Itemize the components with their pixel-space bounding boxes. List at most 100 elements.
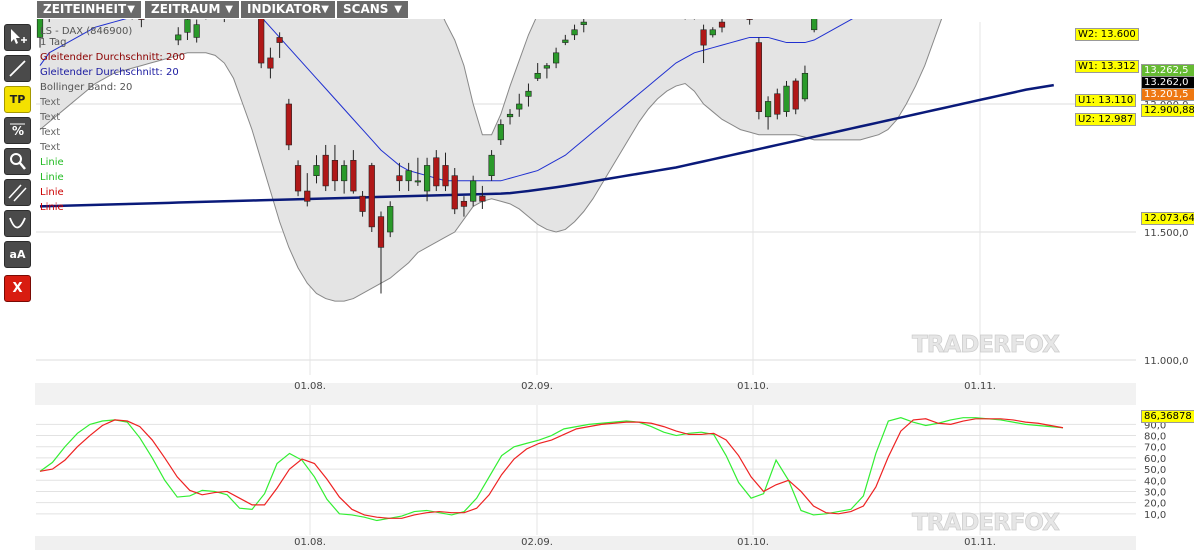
legend-item[interactable]: Text — [40, 140, 185, 155]
menu-scans[interactable]: SCANS ▼ — [337, 1, 408, 18]
candle — [525, 90, 532, 97]
legend-item[interactable]: Text — [40, 95, 185, 110]
percent-tool-button[interactable]: % — [4, 117, 31, 144]
menu-indikator[interactable]: INDIKATOR ▼ — [241, 1, 335, 18]
candle — [414, 180, 421, 183]
candle — [700, 29, 707, 46]
channel-tool-button[interactable] — [4, 179, 31, 206]
chevron-down-icon: ▼ — [225, 4, 233, 15]
legend-item[interactable]: Gleitender Durchschnitt: 20 — [40, 65, 185, 80]
candle — [516, 103, 523, 110]
tp-label: TP — [9, 93, 26, 106]
candle — [285, 103, 292, 146]
tp-tool[interactable]: TP — [4, 86, 31, 113]
candle — [497, 124, 504, 141]
candle — [553, 52, 560, 64]
candle — [258, 19, 265, 64]
chevron-down-icon: ▼ — [321, 4, 329, 15]
candle — [470, 180, 477, 202]
candle — [488, 154, 495, 176]
candle — [331, 160, 339, 182]
watermark-logo: TRADERFOX — [912, 332, 1060, 358]
menu-label: SCANS — [343, 2, 389, 16]
date-axis-tick: 02.09. — [521, 537, 553, 548]
sma200-badge: 12.073,64 — [1141, 212, 1194, 225]
close-icon: X — [12, 281, 23, 296]
legend-item[interactable]: Linie — [40, 155, 185, 170]
candle — [746, 19, 753, 20]
legend-item[interactable]: Gleitender Durchschnitt: 200 — [40, 50, 185, 65]
candle — [193, 24, 200, 38]
candle — [405, 170, 412, 182]
svg-text:%: % — [12, 124, 24, 138]
date-axis-tick: 01.11. — [964, 537, 996, 548]
candle — [543, 65, 550, 69]
candle — [341, 165, 348, 182]
zoom-tool-button[interactable] — [4, 148, 31, 175]
candle — [350, 160, 357, 192]
menu-bar: ZEITEINHEIT ▼ ZEITRAUM ▼ INDIKATOR ▼ SCANS ▼ — [0, 0, 1194, 19]
text-size-tool[interactable]: aA — [4, 241, 31, 268]
legend-item[interactable]: Text — [40, 125, 185, 140]
candle — [267, 57, 274, 69]
level-label-u2: U2: 12.987 — [1075, 113, 1137, 126]
text-size-label: aA — [9, 248, 26, 261]
legend-item[interactable]: Text — [40, 110, 185, 125]
candle — [294, 165, 302, 192]
level-label-u1: U1: 13.110 — [1075, 94, 1137, 107]
date-axis-tick: 01.11. — [964, 381, 996, 392]
candle — [580, 21, 587, 25]
chart-area[interactable]: TRADERFOXTRADERFOX11.000,011.500,012.000… — [35, 19, 1194, 550]
level-label-w2: W2: 13.600 — [1075, 28, 1139, 41]
line-tool-button[interactable] — [4, 55, 31, 82]
candle — [433, 157, 440, 187]
candle — [718, 21, 726, 28]
stoch-axis-tick: 10,0 — [1144, 510, 1166, 521]
candle — [313, 165, 320, 176]
candle — [442, 165, 449, 187]
arc-tool-button[interactable] — [4, 210, 31, 237]
legend-item[interactable]: Bollinger Band: 20 — [40, 80, 185, 95]
candle — [368, 165, 375, 228]
candle — [322, 154, 329, 187]
chevron-down-icon: ▼ — [127, 4, 135, 15]
date-axis-tick: 01.10. — [737, 537, 769, 548]
sma20-badge: 12.900,88 — [1141, 104, 1194, 117]
level-label-w1: W1: 13.312 — [1075, 60, 1139, 73]
stoch-axis-tick: 20,0 — [1144, 499, 1166, 510]
menu-zeitraum[interactable]: ZEITRAUM ▼ — [145, 1, 239, 18]
candle — [423, 165, 431, 192]
date-axis-tick: 01.10. — [737, 381, 769, 392]
candle — [451, 175, 458, 210]
candle — [359, 195, 366, 212]
date-axis-tick: 01.08. — [294, 381, 326, 392]
candle — [764, 101, 772, 118]
candle — [774, 93, 781, 115]
candle — [377, 216, 385, 248]
chart-legend: LS - DAX (846900) 1 Tag Gleitender Durchsc… — [40, 24, 185, 215]
stoch-axis-tick: 50,0 — [1144, 465, 1166, 476]
delete-tool[interactable]: X — [4, 275, 31, 302]
stoch-axis-tick: 60,0 — [1144, 454, 1166, 465]
candle — [387, 206, 394, 233]
price-axis-tick: 11.500,0 — [1144, 228, 1189, 239]
watermark-logo: TRADERFOX — [912, 510, 1060, 536]
candle — [276, 37, 283, 43]
stoch-axis-tick: 70,0 — [1144, 443, 1166, 454]
drawing-toolbar: TP% aA X — [0, 19, 35, 550]
cursor-tool-button[interactable] — [4, 24, 31, 51]
legend-item[interactable]: Linie — [40, 185, 185, 200]
candle — [811, 19, 818, 31]
stoch-axis-tick: 80,0 — [1144, 432, 1166, 443]
legend-item[interactable]: Linie — [40, 200, 185, 215]
candle — [184, 19, 191, 33]
candle — [709, 29, 716, 36]
candle — [506, 113, 514, 118]
menu-zeiteinheit[interactable]: ZEITEINHEIT ▼ — [37, 1, 141, 18]
candle — [783, 85, 790, 112]
price-axis-tick: 11.000,0 — [1144, 356, 1189, 367]
candle — [801, 72, 809, 100]
legend-item[interactable]: Linie — [40, 170, 185, 185]
candle — [138, 19, 145, 20]
candle — [304, 190, 311, 202]
